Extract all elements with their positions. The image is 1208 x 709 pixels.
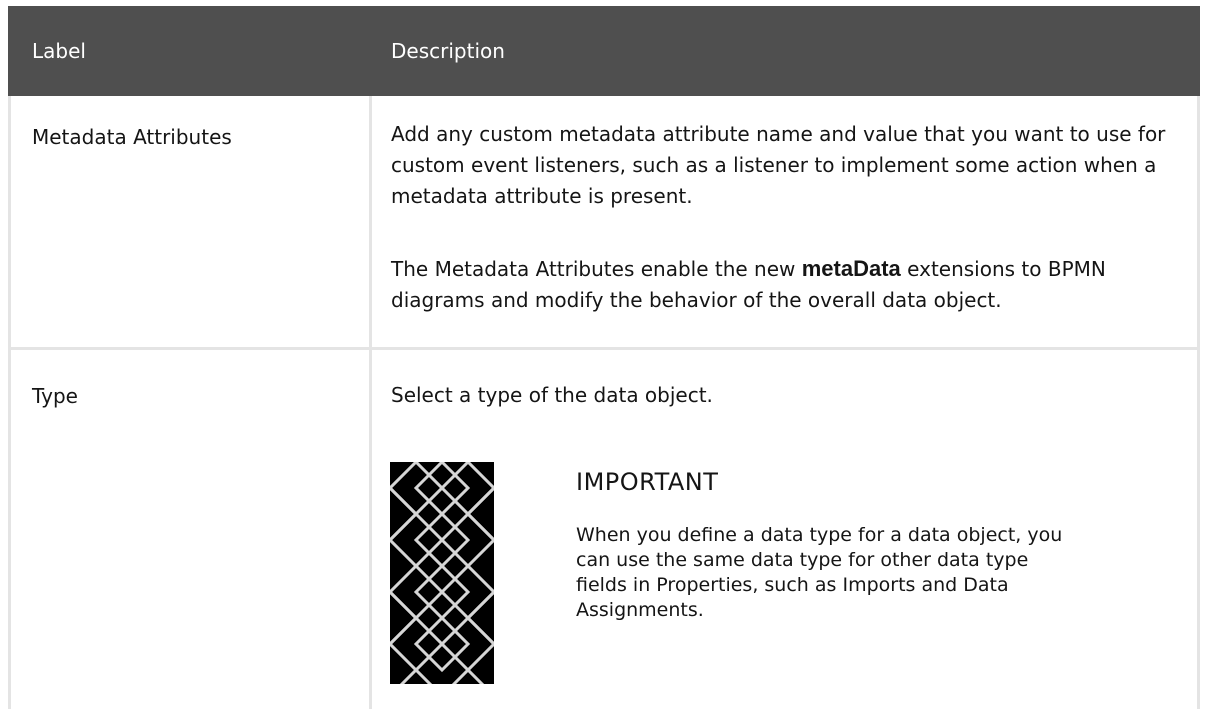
admonition-heading: IMPORTANT bbox=[576, 468, 719, 496]
term-metadata-attributes: Metadata Attributes bbox=[434, 257, 635, 281]
attributes-table: Label Description Metadata Attributes Ad… bbox=[0, 0, 1208, 709]
row-label-metadata-attributes: Metadata Attributes bbox=[32, 125, 232, 149]
text-fragment: The bbox=[391, 257, 435, 281]
table-header-row: Label Description bbox=[8, 6, 1200, 96]
text-fragment: enable the new bbox=[634, 257, 802, 281]
term-properties: Properties bbox=[656, 574, 753, 596]
row-divider bbox=[8, 347, 1200, 350]
column-divider bbox=[369, 96, 372, 709]
metadata-description-paragraph: Add any custom metadata attribute name a… bbox=[391, 122, 1166, 208]
column-header-description: Description bbox=[391, 39, 505, 63]
type-description-paragraph: Select a type of the data object. bbox=[391, 383, 713, 407]
row-label-type: Type bbox=[32, 384, 78, 408]
text-fragment: . bbox=[697, 599, 704, 621]
admonition-body: When you define a data type for a data o… bbox=[576, 523, 1076, 623]
term-imports: Imports bbox=[842, 574, 916, 596]
important-icon bbox=[390, 462, 494, 684]
table-border-right bbox=[1197, 96, 1200, 709]
metadata-extensions-paragraph: The Metadata Attributes enable the new m… bbox=[391, 253, 1181, 316]
table-border-left bbox=[8, 96, 11, 709]
text-fragment: , such as bbox=[752, 574, 843, 596]
code-metadata: metaData bbox=[801, 256, 901, 281]
column-header-label: Label bbox=[32, 39, 86, 63]
text-fragment: and bbox=[915, 574, 964, 596]
